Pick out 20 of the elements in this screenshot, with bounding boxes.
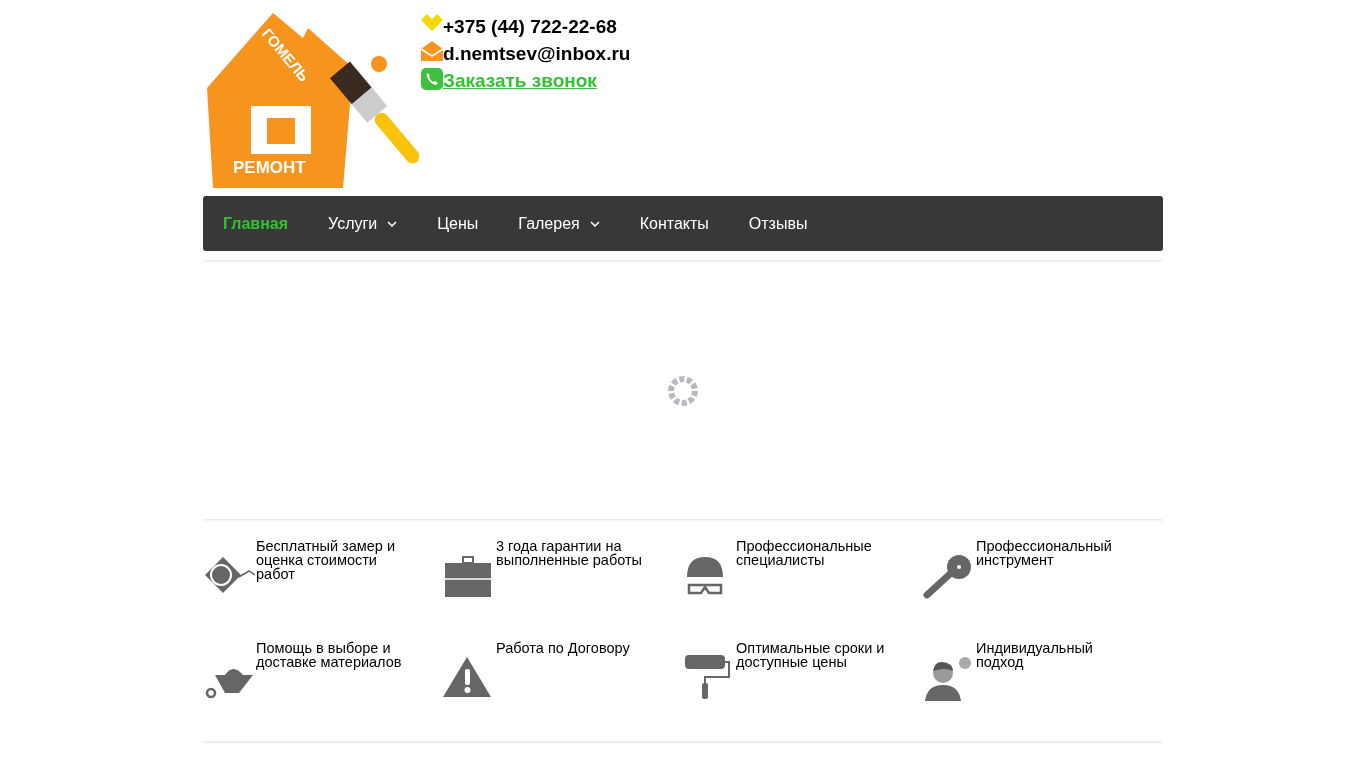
feature-text: Помощь в выборе и доставке материалов <box>256 641 403 669</box>
feature-text: Оптимальные сроки и доступные цены <box>736 641 886 669</box>
feature-text: Бесплатный замер и оценка стоимости работ <box>256 539 397 581</box>
nav-item[interactable]: Отзывы <box>748 214 808 233</box>
nav-item[interactable]: Услуги <box>328 214 398 233</box>
diamond-icon <box>421 14 443 32</box>
feature-text: 3 года гарантии на выполненные работы <box>496 539 644 567</box>
phone-icon <box>421 68 443 90</box>
envelope-icon <box>421 41 443 61</box>
feature-text: Профессиональные специалисты <box>736 539 873 567</box>
nav-item[interactable]: Главная <box>223 214 289 233</box>
feature-text: Профессиональный инструмент <box>976 539 1113 567</box>
email-address: d.nemtsev@inbox.ru <box>443 42 631 66</box>
feature-text: Индивидуальный подход <box>976 641 1094 669</box>
feature-text: Работа по Договору <box>496 641 631 655</box>
loading-spinner-icon <box>667 374 699 407</box>
phone-number: +375 (44) 722-22-68 <box>443 15 617 39</box>
nav-item[interactable]: Галерея <box>518 214 600 233</box>
nav-item[interactable]: Контакты <box>639 214 709 233</box>
nav-item[interactable]: Цены <box>437 214 479 233</box>
